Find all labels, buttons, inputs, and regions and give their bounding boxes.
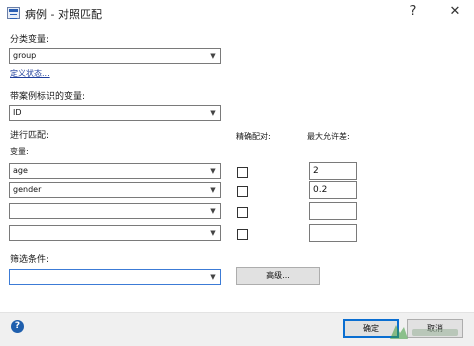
dialog-content: 分类变量: group ▼ 定义状态... 带案例标识的变量: ID ▼ 进行匹… — [0, 27, 474, 312]
exact-match-checkbox-1[interactable] — [237, 167, 248, 178]
category-variable-value: group — [13, 51, 37, 60]
variables-header: 变量: — [10, 147, 29, 156]
tolerance-field-1[interactable]: 2 — [309, 162, 357, 180]
chevron-down-icon[interactable]: ▼ — [207, 184, 219, 196]
match-variable-value: gender — [13, 185, 42, 194]
window-title: 病例 - 对照匹配 — [25, 8, 102, 21]
filter-condition-label: 筛选条件: — [10, 255, 50, 265]
tolerance-field-2[interactable]: 0.2 — [309, 181, 357, 199]
tolerance-field-4[interactable] — [309, 224, 357, 242]
max-tolerance-header: 最大允许差: — [307, 132, 350, 141]
tolerance-value: 2 — [313, 166, 319, 176]
ok-button[interactable]: 确定 — [343, 319, 399, 338]
case-id-variable-label: 带案例标识的变量: — [10, 92, 86, 102]
dialog-footer — [0, 312, 474, 346]
exact-match-checkbox-3[interactable] — [237, 207, 248, 218]
define-status-link[interactable]: 定义状态... — [10, 69, 50, 79]
chevron-down-icon[interactable]: ▼ — [207, 227, 219, 239]
exact-match-header: 精确配对: — [236, 132, 271, 141]
category-variable-select[interactable]: group ▼ — [9, 48, 221, 64]
exact-match-checkbox-2[interactable] — [237, 186, 248, 197]
chevron-down-icon[interactable]: ▼ — [207, 271, 219, 283]
match-variable-value: age — [13, 166, 28, 175]
advanced-button[interactable]: 高级... — [236, 267, 320, 285]
question-circle-icon[interactable]: ? — [11, 320, 24, 333]
exact-match-checkbox-4[interactable] — [237, 229, 248, 240]
title-bar: 病例 - 对照匹配 ? ✕ — [0, 0, 474, 27]
spreadsheet-app-icon — [7, 7, 20, 19]
match-variable-select-2[interactable]: gender ▼ — [9, 182, 221, 198]
tolerance-field-3[interactable] — [309, 202, 357, 220]
close-icon[interactable]: ✕ — [448, 4, 462, 20]
help-icon[interactable]: ? — [407, 4, 419, 20]
filter-condition-select[interactable]: ▼ — [9, 269, 221, 285]
match-variable-select-1[interactable]: age ▼ — [9, 163, 221, 179]
match-variable-select-4[interactable]: ▼ — [9, 225, 221, 241]
chevron-down-icon[interactable]: ▼ — [207, 107, 219, 119]
chevron-down-icon[interactable]: ▼ — [207, 165, 219, 177]
case-id-variable-select[interactable]: ID ▼ — [9, 105, 221, 121]
category-variable-label: 分类变量: — [10, 35, 50, 45]
chevron-down-icon[interactable]: ▼ — [207, 50, 219, 62]
cancel-button[interactable]: 取消 — [407, 319, 463, 338]
match-variable-select-3[interactable]: ▼ — [9, 203, 221, 219]
chevron-down-icon[interactable]: ▼ — [207, 205, 219, 217]
matching-section-label: 进行匹配: — [10, 131, 50, 141]
tolerance-value: 0.2 — [313, 185, 328, 195]
case-id-variable-value: ID — [13, 108, 22, 117]
